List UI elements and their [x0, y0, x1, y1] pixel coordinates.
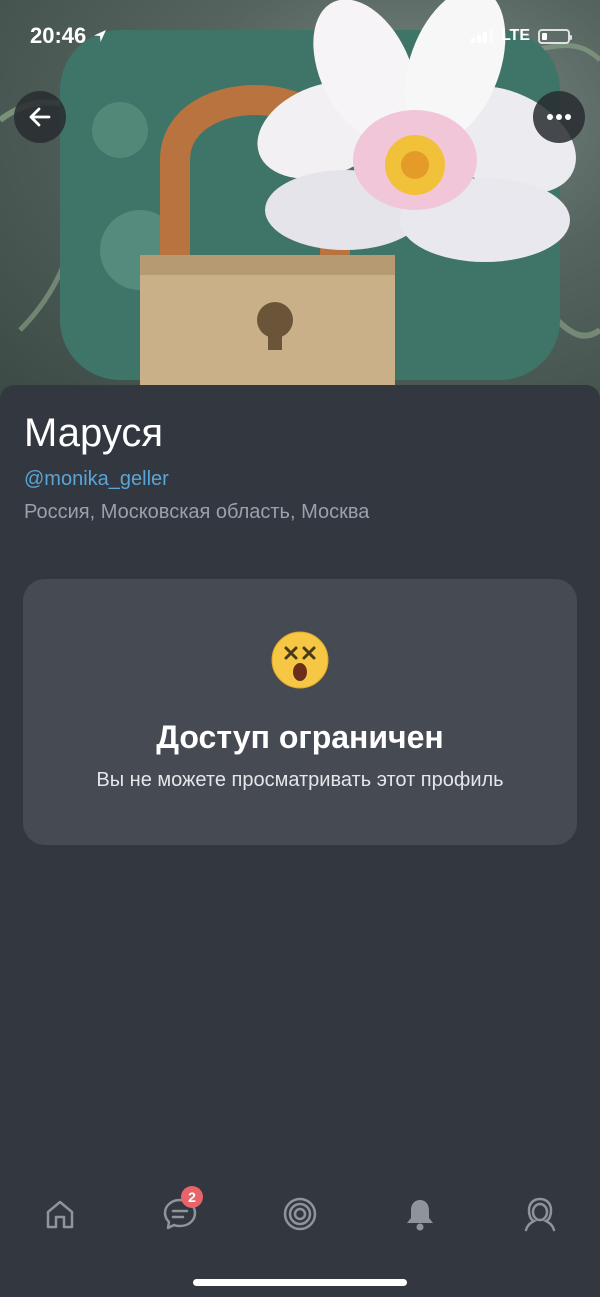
back-button[interactable] [14, 91, 66, 143]
tab-messages[interactable]: 2 [158, 1186, 203, 1236]
arrow-left-icon [29, 107, 51, 127]
profile-location: Россия, Московская область, Москва [24, 501, 370, 523]
tab-bar: 2 [0, 1180, 600, 1250]
signal-icon [470, 29, 493, 43]
status-indicators: LTE [470, 27, 572, 45]
tab-profile[interactable] [518, 1192, 562, 1236]
access-restricted-card: Доступ ограничен Вы не можете просматрив… [23, 579, 577, 845]
bell-icon [407, 1200, 433, 1231]
home-icon [46, 1200, 74, 1229]
tab-home[interactable] [38, 1192, 82, 1236]
profile-icon [524, 1197, 556, 1232]
messages-badge: 2 [181, 1186, 203, 1208]
restricted-title: Доступ ограничен [156, 719, 444, 755]
dizzy-face-emoji [271, 631, 329, 689]
tab-notifications[interactable] [398, 1192, 442, 1236]
status-time: 20:46 [30, 23, 87, 48]
profile-handle[interactable]: @monika_geller [24, 468, 169, 491]
location-arrow-icon [94, 30, 107, 42]
profile-name: Маруся [24, 411, 164, 455]
battery-icon [538, 28, 572, 44]
status-time-group: 20:46 [30, 23, 108, 49]
battery-level [542, 32, 547, 40]
more-button[interactable] [533, 91, 585, 143]
status-bar: 20:46 LTE [0, 0, 600, 72]
target-icon [283, 1197, 317, 1231]
tab-discover[interactable] [278, 1192, 322, 1236]
ellipsis-icon [547, 114, 571, 120]
network-type: LTE [500, 27, 530, 44]
home-indicator[interactable] [193, 1279, 407, 1286]
restricted-message: Вы не можете просматривать этот профиль [96, 769, 504, 791]
profile-sheet: Маруся @monika_geller Россия, Московская… [0, 385, 600, 1297]
